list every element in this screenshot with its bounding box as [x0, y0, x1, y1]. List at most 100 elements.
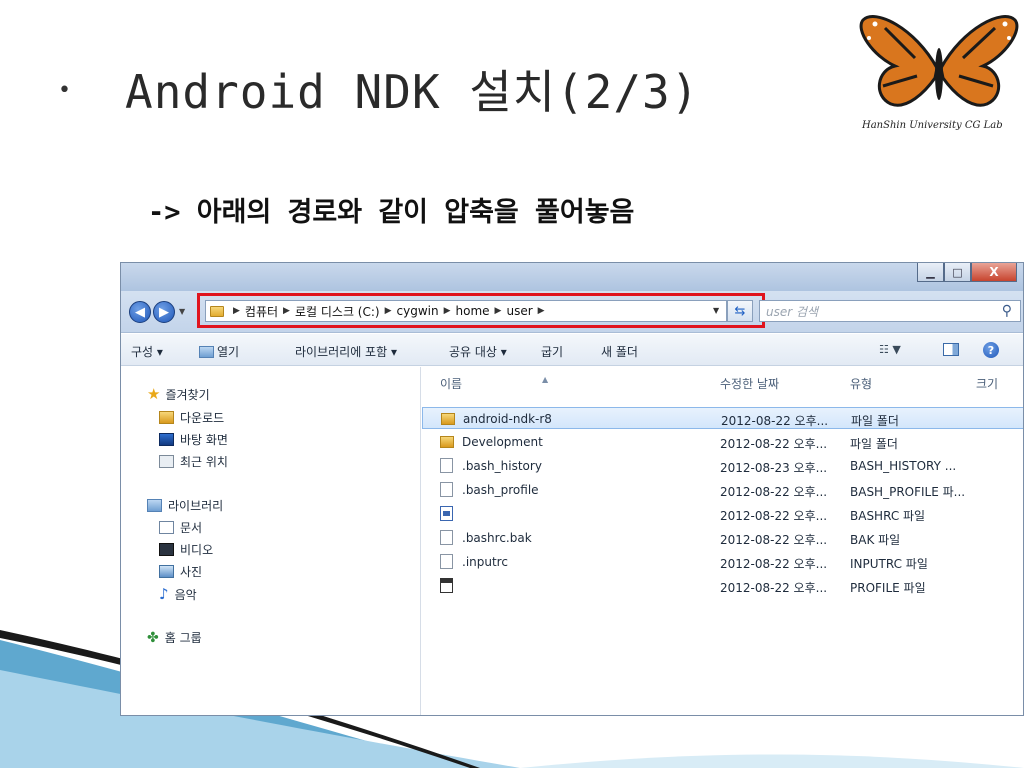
nav-desktop-label: 바탕 화면 [180, 433, 228, 447]
column-headers: ▲ 이름 수정한 날짜 유형 크기 [422, 367, 1023, 395]
column-name[interactable]: 이름 [440, 375, 462, 392]
file-icon [440, 554, 453, 569]
file-name: .bash_history [462, 459, 542, 473]
command-toolbar: 구성 ▾ 열기 라이브러리에 포함 ▾ 공유 대상 ▾ 굽기 새 폴더 ☷ ▼ … [121, 334, 1023, 366]
new-folder-button[interactable]: 새 폴더 [601, 343, 638, 360]
calendar-icon [440, 578, 453, 593]
breadcrumb-home[interactable]: home [456, 304, 490, 318]
file-row[interactable]: .bash_history 2012-08-23 오후... BASH_HIST… [422, 455, 1023, 477]
chevron-right-icon[interactable]: ▶ [495, 306, 502, 316]
nav-videos[interactable]: 비디오 [159, 541, 213, 558]
nav-libraries[interactable]: 라이브러리 [147, 497, 223, 514]
organize-button[interactable]: 구성 ▾ [131, 343, 163, 360]
nav-music[interactable]: ♪ 음악 [159, 585, 197, 603]
column-type[interactable]: 유형 [850, 375, 872, 392]
forward-button[interactable]: ▶ [153, 301, 175, 323]
file-icon [440, 530, 453, 545]
open-label: 열기 [217, 345, 240, 359]
include-in-library-button[interactable]: 라이브러리에 포함 ▾ [295, 343, 397, 360]
window-titlebar[interactable]: ▁ □ X [121, 263, 1023, 291]
nav-music-label: 음악 [174, 587, 197, 602]
nav-recent[interactable]: 최근 위치 [159, 453, 228, 470]
file-row[interactable]: .bash_profile 2012-08-22 오후... BASH_PROF… [422, 479, 1023, 501]
nav-pictures[interactable]: 사진 [159, 563, 202, 580]
explorer-window: ▁ □ X ◀ ▶ ▼ ▶ 컴퓨터 ▶ 로컬 디스크 (C:) ▶ cygwin… [120, 262, 1024, 716]
maximize-button[interactable]: □ [944, 263, 971, 282]
view-options-icon[interactable]: ☷ ▼ [879, 343, 901, 356]
title-bullet: • [58, 78, 71, 103]
breadcrumb-user[interactable]: user [506, 304, 532, 318]
file-row[interactable]: .inputrc 2012-08-22 오후... INPUTRC 파일 [422, 551, 1023, 573]
file-row[interactable]: 2012-08-22 오후... PROFILE 파일 [422, 575, 1023, 597]
file-type: INPUTRC 파일 [850, 557, 928, 571]
file-row[interactable]: .bashrc.bak 2012-08-22 오후... BAK 파일 [422, 527, 1023, 549]
search-input[interactable]: user 검색 ⚲ [759, 300, 1021, 322]
nav-downloads-label: 다운로드 [180, 411, 225, 425]
preview-pane-icon[interactable] [943, 343, 959, 356]
file-type: PROFILE 파일 [850, 581, 926, 595]
picture-icon [159, 565, 174, 578]
nav-homegroup-label: 홈 그룹 [164, 631, 202, 645]
folder-icon [441, 413, 455, 425]
file-name: .bash_profile [462, 483, 539, 497]
file-type: BASH_HISTORY ... [850, 459, 957, 473]
chevron-right-icon[interactable]: ▶ [283, 306, 290, 316]
navigation-pane: ★ 즐겨찾기 다운로드 바탕 화면 최근 위치 라이브러리 문서 비디오 사진 ♪… [121, 367, 421, 715]
downloads-folder-icon [159, 411, 174, 424]
file-type: 파일 폴더 [851, 414, 899, 428]
nav-favorites[interactable]: ★ 즐겨찾기 [147, 385, 210, 403]
file-icon [440, 482, 453, 497]
nav-favorites-label: 즐겨찾기 [165, 387, 210, 402]
open-button[interactable]: 열기 [199, 343, 239, 360]
file-type: BASH_PROFILE 파... [850, 485, 966, 499]
recent-pages-dropdown-icon[interactable]: ▼ [179, 307, 185, 316]
document-icon [159, 521, 174, 534]
file-row[interactable]: android-ndk-r8 2012-08-22 오후... 파일 폴더 [422, 407, 1023, 429]
minimize-button[interactable]: ▁ [917, 263, 944, 282]
address-bar[interactable]: ▶ 컴퓨터 ▶ 로컬 디스크 (C:) ▶ cygwin ▶ home ▶ us… [205, 300, 727, 322]
document-icon [440, 506, 453, 521]
back-button[interactable]: ◀ [129, 301, 151, 323]
address-dropdown-icon[interactable]: ▼ [713, 306, 719, 315]
nav-homegroup[interactable]: ✤ 홈 그룹 [147, 629, 202, 646]
star-icon: ★ [147, 385, 161, 403]
search-placeholder: user 검색 [766, 304, 819, 319]
nav-downloads[interactable]: 다운로드 [159, 409, 224, 426]
file-row[interactable]: 2012-08-22 오후... BASHRC 파일 [422, 503, 1023, 525]
breadcrumb-local-disk[interactable]: 로컬 디스크 (C:) [295, 303, 380, 320]
nav-videos-label: 비디오 [180, 543, 214, 557]
burn-button[interactable]: 굽기 [541, 343, 563, 360]
help-icon[interactable]: ? [983, 342, 999, 358]
open-folder-icon [199, 346, 214, 358]
chevron-right-icon[interactable]: ▶ [538, 306, 545, 316]
desktop-icon [159, 433, 174, 446]
file-date: 2012-08-22 오후... [721, 414, 829, 428]
refresh-button[interactable]: ⇆ [727, 300, 753, 322]
slide-title: Android NDK 설치(2/3) [125, 65, 700, 119]
file-icon [440, 458, 453, 473]
breadcrumb-computer[interactable]: 컴퓨터 [245, 303, 278, 320]
nav-documents-label: 문서 [180, 521, 203, 535]
nav-documents[interactable]: 문서 [159, 519, 202, 536]
chevron-right-icon[interactable]: ▶ [385, 306, 392, 316]
folder-icon [440, 436, 454, 448]
column-modified[interactable]: 수정한 날짜 [720, 375, 779, 392]
column-size[interactable]: 크기 [976, 375, 998, 392]
search-icon[interactable]: ⚲ [1002, 303, 1012, 319]
nav-desktop[interactable]: 바탕 화면 [159, 431, 228, 448]
chevron-right-icon[interactable]: ▶ [444, 306, 451, 316]
nav-pictures-label: 사진 [180, 565, 203, 579]
file-type: BAK 파일 [850, 533, 901, 547]
file-name: .inputrc [462, 555, 508, 569]
nav-libraries-label: 라이브러리 [168, 499, 224, 513]
chevron-right-icon[interactable]: ▶ [233, 306, 240, 316]
close-button[interactable]: X [971, 263, 1017, 282]
share-with-button[interactable]: 공유 대상 ▾ [449, 343, 507, 360]
file-name: Development [462, 435, 543, 449]
folder-icon [210, 305, 224, 317]
file-type: 파일 폴더 [850, 437, 898, 451]
library-icon [147, 499, 162, 512]
file-row[interactable]: Development 2012-08-22 오후... 파일 폴더 [422, 431, 1023, 453]
breadcrumb-cygwin[interactable]: cygwin [397, 304, 439, 318]
file-date: 2012-08-23 오후... [720, 461, 828, 475]
